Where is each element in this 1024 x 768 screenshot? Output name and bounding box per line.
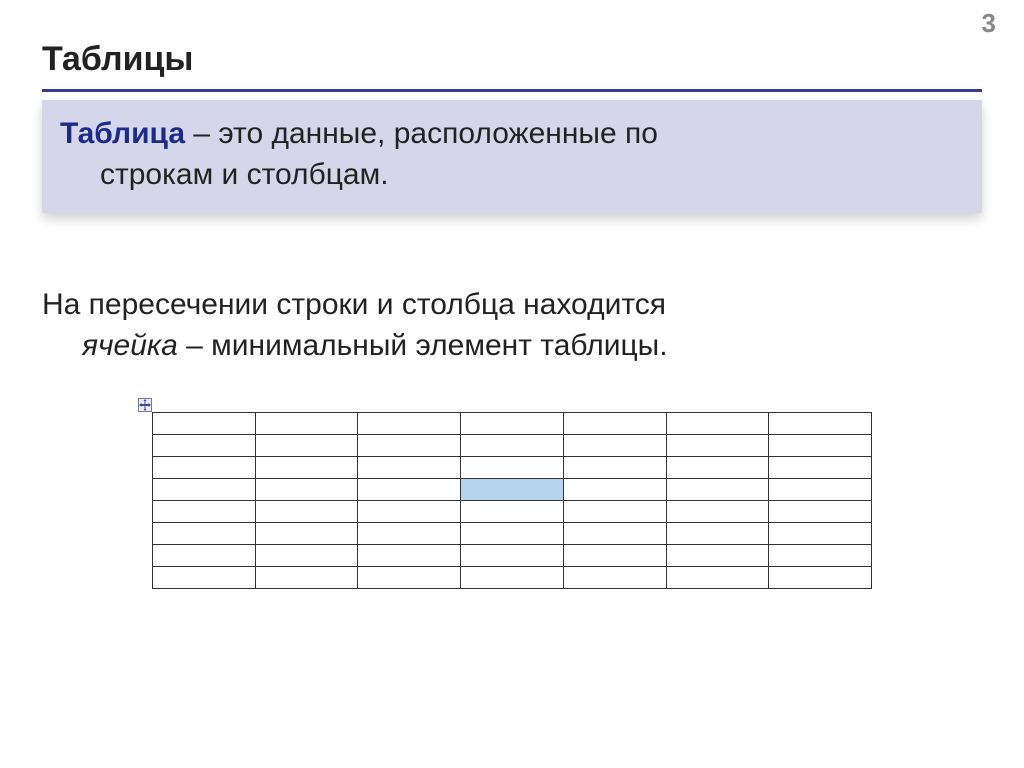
table-cell[interactable] <box>358 523 461 545</box>
table-cell[interactable] <box>255 413 358 435</box>
table-cell[interactable] <box>769 545 872 567</box>
table-cell[interactable] <box>563 501 666 523</box>
table-cell[interactable] <box>666 523 769 545</box>
table-cell[interactable] <box>153 567 256 589</box>
table-cell[interactable] <box>666 457 769 479</box>
table-cell[interactable] <box>255 523 358 545</box>
table-row <box>153 545 872 567</box>
table-cell[interactable] <box>255 545 358 567</box>
body-line-1: На пересечении строки и столбца находитс… <box>42 285 982 326</box>
table-cell[interactable] <box>769 523 872 545</box>
example-table-wrap <box>152 412 872 589</box>
table-cell[interactable] <box>461 523 564 545</box>
table-cell[interactable] <box>563 545 666 567</box>
table-row <box>153 457 872 479</box>
table-cell[interactable] <box>461 435 564 457</box>
body-text: На пересечении строки и столбца находитс… <box>42 285 982 366</box>
table-cell[interactable] <box>563 435 666 457</box>
table-cell[interactable] <box>153 435 256 457</box>
table-row <box>153 435 872 457</box>
move-icon[interactable] <box>138 398 152 412</box>
table-cell[interactable] <box>769 435 872 457</box>
table-cell[interactable] <box>255 457 358 479</box>
definition-line-2: строкам и столбцам. <box>60 155 964 196</box>
table-cell[interactable] <box>358 567 461 589</box>
table-cell[interactable] <box>255 567 358 589</box>
table-cell[interactable] <box>358 457 461 479</box>
table-cell[interactable] <box>666 501 769 523</box>
table-cell[interactable] <box>358 479 461 501</box>
table-cell[interactable] <box>563 479 666 501</box>
table-cell[interactable] <box>461 567 564 589</box>
table-cell[interactable] <box>563 413 666 435</box>
table-cell[interactable] <box>461 457 564 479</box>
table-cell[interactable] <box>153 479 256 501</box>
table-cell[interactable] <box>153 457 256 479</box>
table-cell[interactable] <box>769 479 872 501</box>
table-cell[interactable] <box>255 479 358 501</box>
table-cell[interactable] <box>563 457 666 479</box>
body-line2-rest: – минимальный элемент таблицы. <box>178 329 668 362</box>
table-cell[interactable] <box>461 413 564 435</box>
table-cell[interactable] <box>666 545 769 567</box>
table-cell[interactable] <box>358 413 461 435</box>
table-cell[interactable] <box>461 545 564 567</box>
table-cell[interactable] <box>666 413 769 435</box>
table-row <box>153 523 872 545</box>
slide: 3 Таблицы Таблица – это данные, располож… <box>0 0 1024 768</box>
body-line-2: ячейка – минимальный элемент таблицы. <box>42 326 982 367</box>
table-row <box>153 567 872 589</box>
example-table[interactable] <box>152 412 872 589</box>
page-number: 3 <box>982 8 996 39</box>
table-cell[interactable] <box>153 545 256 567</box>
slide-title: Таблицы <box>42 40 982 79</box>
definition-line-1: Таблица – это данные, расположенные по <box>60 114 964 155</box>
table-cell[interactable] <box>666 567 769 589</box>
move-arrows-icon <box>139 399 151 411</box>
table-cell[interactable] <box>666 479 769 501</box>
definition-box: Таблица – это данные, расположенные по с… <box>42 100 982 213</box>
table-cell[interactable] <box>563 567 666 589</box>
table-cell[interactable] <box>769 501 872 523</box>
table-cell[interactable] <box>358 501 461 523</box>
table-cell[interactable] <box>769 567 872 589</box>
title-underline <box>42 89 982 92</box>
table-row <box>153 413 872 435</box>
definition-term: Таблица <box>60 117 185 150</box>
table-row <box>153 479 872 501</box>
table-cell[interactable] <box>461 501 564 523</box>
cell-term: ячейка <box>82 329 178 362</box>
table-row <box>153 501 872 523</box>
definition-line1-rest: – это данные, расположенные по <box>185 117 658 150</box>
table-cell[interactable] <box>255 501 358 523</box>
table-cell[interactable] <box>255 435 358 457</box>
table-cell[interactable] <box>153 413 256 435</box>
table-cell[interactable] <box>461 479 564 501</box>
table-cell[interactable] <box>153 523 256 545</box>
table-cell[interactable] <box>358 435 461 457</box>
table-cell[interactable] <box>358 545 461 567</box>
table-cell[interactable] <box>769 457 872 479</box>
table-cell[interactable] <box>563 523 666 545</box>
table-cell[interactable] <box>153 501 256 523</box>
table-cell[interactable] <box>769 413 872 435</box>
table-cell[interactable] <box>666 435 769 457</box>
